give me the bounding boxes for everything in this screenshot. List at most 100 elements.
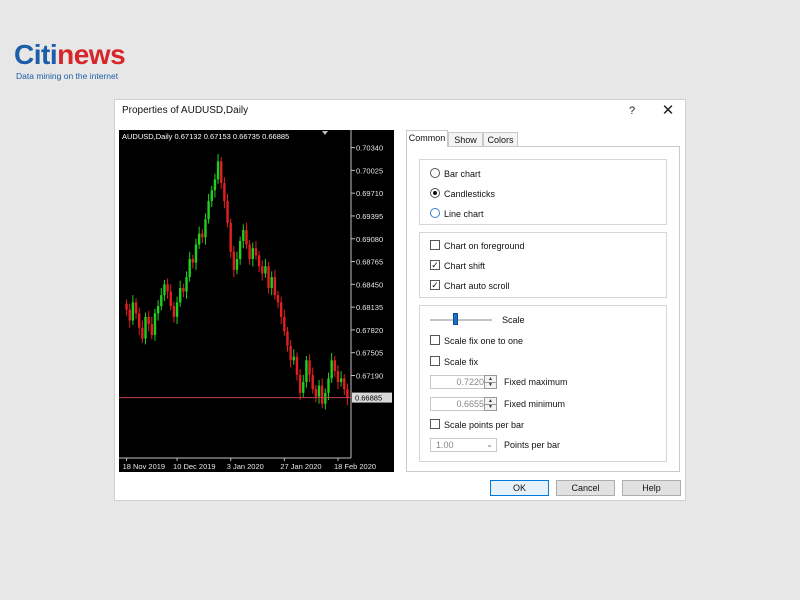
- checkbox[interactable]: [430, 419, 440, 429]
- candle-bear: [172, 306, 176, 317]
- candle-bear: [229, 222, 232, 252]
- candle-bull: [251, 248, 254, 260]
- candle-bull: [197, 233, 201, 245]
- common-tab-panel: Bar chart Candlesticks Line chart Chart …: [406, 146, 680, 472]
- fixed-minimum-label: Fixed minimum: [504, 399, 566, 409]
- candle-bull: [207, 201, 210, 220]
- points-per-bar-select[interactable]: 1.00 ⌄: [430, 438, 497, 452]
- candle-bear: [311, 374, 314, 390]
- cancel-button[interactable]: Cancel: [556, 480, 615, 496]
- candle-bull: [235, 259, 239, 270]
- checkmark-icon[interactable]: ✓: [430, 260, 440, 270]
- checkbox[interactable]: [430, 335, 440, 345]
- candle-bear: [137, 313, 141, 328]
- points-per-bar-label: Points per bar: [504, 440, 561, 450]
- candle-bear: [286, 331, 289, 346]
- scale-fix-label: Scale fix: [444, 357, 479, 367]
- scale-fix-one-to-one-label: Scale fix one to one: [444, 336, 524, 346]
- candle-bear: [128, 309, 131, 321]
- close-icon[interactable]: ✕: [658, 102, 678, 120]
- radio-button[interactable]: [430, 168, 440, 178]
- x-tick-label: 3 Jan 2020: [227, 462, 264, 471]
- candle-bear: [276, 295, 280, 303]
- logo-brand-main: Citi: [14, 39, 58, 70]
- dialog-title: Properties of AUDUSD,Daily: [122, 105, 249, 116]
- candle-bear: [232, 251, 236, 270]
- candle-bear: [279, 302, 283, 317]
- fixed-minimum-stepper[interactable]: ▲ ▼: [484, 397, 497, 411]
- scale-slider-track[interactable]: [430, 319, 492, 321]
- candle-bull: [179, 287, 182, 303]
- candle-bull: [238, 240, 242, 260]
- y-tick-label: 0.70025: [356, 166, 383, 175]
- candle-bear: [226, 201, 229, 223]
- arrow-down-icon[interactable]: ▼: [485, 404, 496, 410]
- scale-label: Scale: [502, 315, 525, 325]
- x-tick-label: 18 Feb 2020: [334, 462, 376, 471]
- y-tick-label: 0.67190: [356, 372, 383, 381]
- candle-bear: [343, 378, 346, 390]
- fixed-maximum-stepper[interactable]: ▲ ▼: [484, 375, 497, 389]
- candle-bull: [188, 259, 191, 278]
- candle-bull: [185, 277, 188, 292]
- radio-dot-icon: [433, 191, 437, 195]
- candle-bull: [330, 360, 333, 379]
- candle-bear: [182, 287, 185, 292]
- candle-bull: [131, 302, 135, 321]
- help-button[interactable]: Help: [622, 480, 681, 496]
- candle-bear: [267, 266, 270, 288]
- checkbox[interactable]: [430, 240, 440, 250]
- candle-bear: [223, 183, 226, 202]
- tab-colors[interactable]: Colors: [483, 132, 518, 146]
- candle-bear: [141, 327, 144, 339]
- scale-points-per-bar-label: Scale points per bar: [444, 420, 525, 430]
- bar-chart-label: Bar chart: [444, 169, 481, 179]
- candle-bear: [220, 161, 223, 184]
- checkbox[interactable]: [430, 356, 440, 366]
- current-price-label: 0.66885: [355, 394, 382, 403]
- y-tick-label: 0.68135: [356, 303, 383, 312]
- candle-bear: [298, 374, 302, 393]
- chart-shift-label: Chart shift: [444, 261, 486, 271]
- arrow-down-icon[interactable]: ▼: [485, 382, 496, 388]
- chevron-down-icon[interactable]: ⌄: [486, 439, 493, 451]
- candle-bear: [314, 389, 318, 397]
- y-tick-label: 0.69710: [356, 189, 383, 198]
- candle-bear: [147, 316, 150, 325]
- candlesticks-label: Candlesticks: [444, 189, 496, 199]
- candle-bear: [191, 259, 195, 263]
- radio-button[interactable]: [430, 208, 440, 218]
- tab-common[interactable]: Common: [406, 130, 448, 147]
- candle-bear: [273, 277, 277, 296]
- dialog-titlebar: Properties of AUDUSD,Daily ? ✕: [115, 100, 685, 122]
- help-question-icon[interactable]: ?: [622, 102, 642, 120]
- logo-tagline: Data mining on the internet: [16, 71, 119, 81]
- candle-bear: [166, 284, 169, 292]
- candlestick-chart: 0.70340 0.70025 0.69710 0.69395 0.69080 0.687…: [119, 130, 392, 471]
- candle-bear: [295, 356, 299, 375]
- candle-bull: [216, 161, 220, 180]
- candle-bull: [213, 179, 217, 191]
- radio-button-selected[interactable]: [430, 188, 440, 198]
- chart-foreground-label: Chart on foreground: [444, 241, 525, 251]
- chart-auto-scroll-label: Chart auto scroll: [444, 281, 510, 291]
- scale-slider-thumb[interactable]: [453, 313, 458, 325]
- candle-bull: [175, 302, 179, 317]
- checkmark-icon[interactable]: ✓: [430, 280, 440, 290]
- candle-bull: [324, 392, 327, 404]
- y-tick-label: 0.69080: [356, 235, 383, 244]
- chart-type-group: Bar chart Candlesticks Line chart: [419, 159, 667, 225]
- x-tick-label: 10 Dec 2019: [173, 462, 216, 471]
- y-tick-label: 0.68450: [356, 280, 383, 289]
- candle-bull: [163, 284, 166, 296]
- candle-bear: [336, 371, 340, 383]
- logo-brand-accent: news: [57, 39, 126, 70]
- candle-bull: [292, 356, 295, 361]
- tab-show[interactable]: Show: [448, 132, 483, 146]
- ok-button[interactable]: OK: [490, 480, 549, 496]
- y-tick-label: 0.67820: [356, 326, 383, 335]
- chart-preview: 0.70340 0.70025 0.69710 0.69395 0.69080 0.687…: [119, 130, 394, 472]
- candle-bull: [204, 219, 207, 238]
- candle-bull: [194, 244, 198, 263]
- candle-bear: [308, 360, 311, 375]
